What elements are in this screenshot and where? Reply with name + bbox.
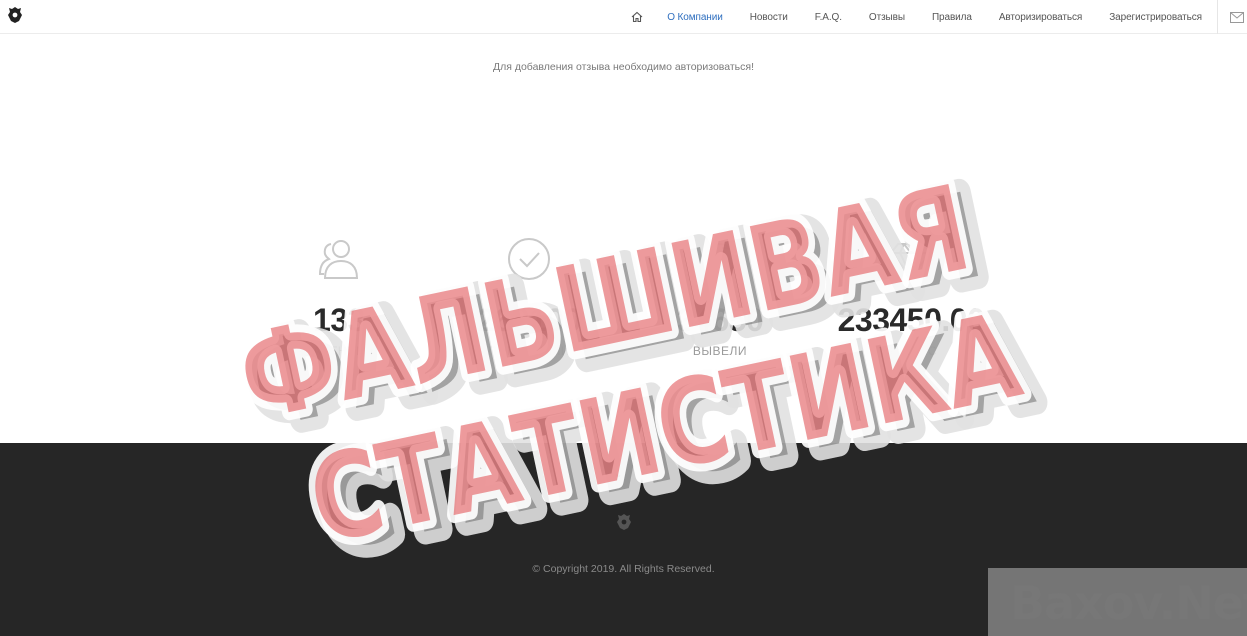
stat-label: БАЛАНС: [884, 344, 938, 358]
stat-value: 233450.00: [837, 302, 985, 338]
nav-item-faq[interactable]: F.A.Q.: [815, 12, 842, 23]
nav-item-rules[interactable]: Правила: [932, 12, 972, 23]
home-icon[interactable]: [631, 11, 643, 23]
check-circle-icon: [508, 238, 550, 280]
nav-divider: [1217, 0, 1218, 34]
stat-withdrawals: 34650 ВЫВЕЛИ: [630, 236, 810, 358]
site-watermark: Baxov.Net: [988, 568, 1247, 636]
nav-item-reviews[interactable]: Отзывы: [869, 12, 905, 23]
stat-deposits: 268100 ПОПОЛНИЛИ: [439, 236, 619, 358]
footer-logo-icon: [617, 514, 631, 530]
stat-label: ВЫВЕЛИ: [692, 344, 748, 358]
watermark-text: Baxov.Net: [1010, 576, 1247, 630]
diamond-icon: [889, 243, 933, 279]
stat-balance: 233450.00 БАЛАНС: [821, 236, 1001, 358]
mail-icon[interactable]: [1230, 11, 1244, 23]
stat-participants: 133 УЧАСТНИКОВ: [249, 236, 429, 358]
review-login-notice: Для добавления отзыва необходимо авториз…: [493, 61, 754, 73]
nav-menu: О Компании Новости F.A.Q. Отзывы Правила…: [631, 0, 1247, 34]
stat-value: 133: [313, 302, 365, 338]
nav-item-news[interactable]: Новости: [750, 12, 788, 23]
nav-item-login[interactable]: Авторизироваться: [999, 12, 1082, 23]
nav-item-about[interactable]: О Компании: [667, 12, 723, 23]
nav-item-register[interactable]: Зарегистрироваться: [1109, 12, 1202, 23]
logo-icon[interactable]: [8, 7, 22, 23]
page: О Компании Новости F.A.Q. Отзывы Правила…: [0, 0, 1247, 636]
stat-label: УЧАСТНИКОВ: [296, 344, 382, 358]
stat-value: 34650: [676, 302, 764, 338]
users-icon: [318, 240, 359, 279]
top-navbar: О Компании Новости F.A.Q. Отзывы Правила…: [0, 0, 1247, 34]
stat-value: 268100: [477, 302, 581, 338]
stat-label: ПОПОЛНИЛИ: [488, 344, 570, 358]
refresh-icon: [704, 240, 737, 276]
